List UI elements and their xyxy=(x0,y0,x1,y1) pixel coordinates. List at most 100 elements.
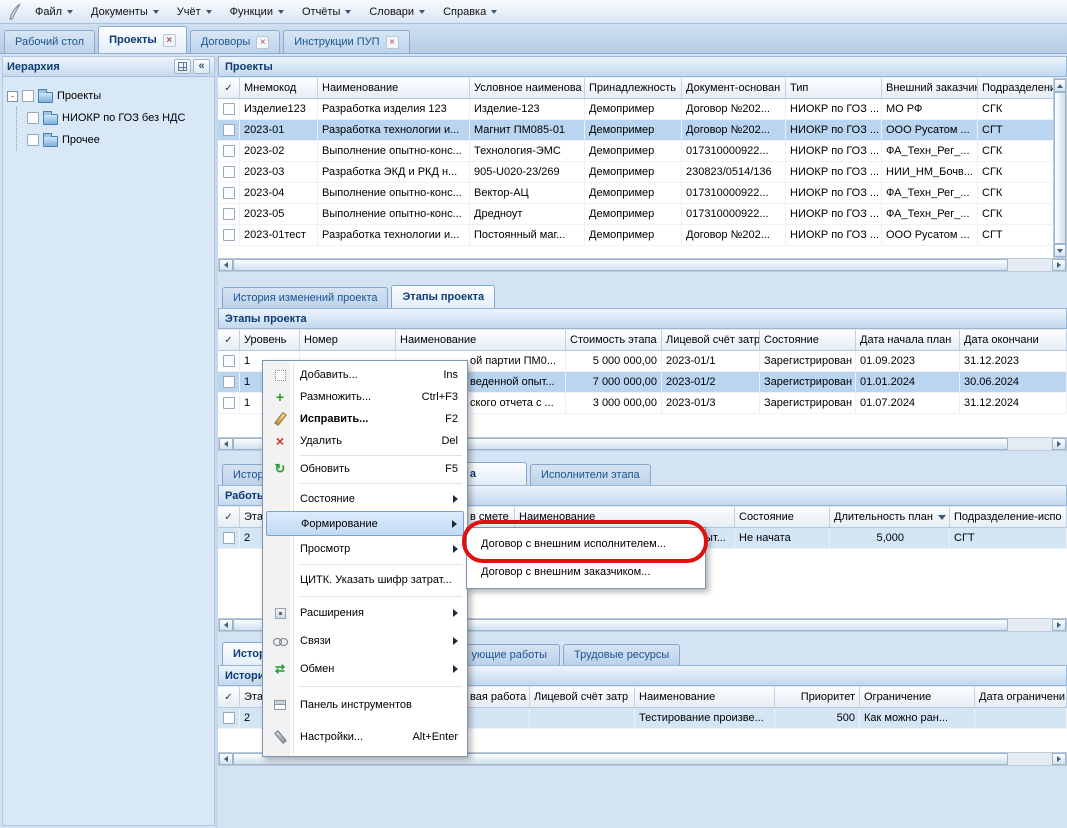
column-header-type[interactable]: Тип xyxy=(786,78,882,98)
tab-project-stages[interactable]: Этапы проекта xyxy=(391,285,495,308)
table-row-selected[interactable]: 2023-01 Разработка технологии и... Магни… xyxy=(218,120,1067,141)
row-checkbox[interactable] xyxy=(223,532,235,544)
column-header-cost-account[interactable]: Лицевой счёт затр xyxy=(530,687,635,707)
tree-item-other[interactable]: Прочее xyxy=(27,129,210,151)
row-checkbox[interactable] xyxy=(223,124,235,136)
menu-item-file[interactable]: Файл xyxy=(26,3,82,21)
cell: Выполнение опытно-конс... xyxy=(318,204,470,224)
field-chooser-button[interactable] xyxy=(174,59,191,74)
row-checkbox[interactable] xyxy=(223,166,235,178)
scrollbar-thumb[interactable] xyxy=(1054,92,1066,244)
table-row[interactable]: 2023-02 Выполнение опытно-конс... Технол… xyxy=(218,141,1067,162)
menu-item-citk-cost-code[interactable]: ЦИТК. Указать шифр затрат... xyxy=(266,567,464,593)
column-header-name[interactable]: Наименование xyxy=(396,330,566,350)
projects-vertical-scrollbar[interactable] xyxy=(1053,78,1067,258)
select-all-column-header[interactable] xyxy=(218,507,240,527)
menu-item-settings[interactable]: Настройки...Alt+Enter xyxy=(266,721,464,753)
column-header-code-name[interactable]: Условное наименова xyxy=(470,78,585,98)
tab-label: Исполнители этапа xyxy=(541,469,640,481)
column-header-name[interactable]: Наименование xyxy=(318,78,470,98)
menu-item-contract-external-executor[interactable]: Договор с внешним исполнителем... xyxy=(469,530,703,558)
row-checkbox[interactable] xyxy=(223,355,235,367)
table-row[interactable]: 2023-05 Выполнение опытно-конс... Дредно… xyxy=(218,204,1067,225)
scroll-left-arrow[interactable] xyxy=(219,438,233,450)
tab-projects[interactable]: Проекты xyxy=(98,26,187,53)
column-header-stage-cost[interactable]: Стоимость этапа xyxy=(566,330,662,350)
column-header-state[interactable]: Состояние xyxy=(760,330,856,350)
row-checkbox[interactable] xyxy=(223,103,235,115)
row-checkbox[interactable] xyxy=(223,187,235,199)
column-header-preceding-work[interactable]: вая работа xyxy=(460,687,530,707)
menu-item-refresh[interactable]: ОбновитьF5 xyxy=(266,458,464,480)
tab-labor-resources[interactable]: Трудовые ресурсы xyxy=(563,644,680,665)
menu-item-duplicate[interactable]: Размножить...Ctrl+F3 xyxy=(266,386,464,408)
column-header-priority[interactable]: Приоритет xyxy=(775,687,860,707)
menu-item-exchange[interactable]: Обмен xyxy=(266,655,464,683)
scroll-down-arrow[interactable] xyxy=(1054,244,1066,257)
tree-item-projects[interactable]: Проекты xyxy=(7,85,210,107)
projects-horizontal-scrollbar[interactable] xyxy=(218,258,1067,272)
tab-desktop[interactable]: Рабочий стол xyxy=(4,30,95,53)
column-header-cost-account[interactable]: Лицевой счёт затрат. xyxy=(662,330,760,350)
menu-item-formation[interactable]: Формирование xyxy=(266,511,464,536)
column-header-executor-subdivision[interactable]: Подразделение-испо xyxy=(950,507,1067,527)
row-checkbox[interactable] xyxy=(223,712,235,724)
column-header-restriction[interactable]: Ограничение xyxy=(860,687,975,707)
select-all-column-header[interactable] xyxy=(218,330,240,350)
column-header-in-estimate[interactable]: в смете xyxy=(460,507,515,527)
scroll-left-arrow[interactable] xyxy=(219,753,233,765)
column-header-plan-start[interactable]: Дата начала план xyxy=(856,330,960,350)
tree-checkbox[interactable] xyxy=(22,90,34,102)
table-row[interactable]: 2023-03 Разработка ЭКД и РКД н... 905-U0… xyxy=(218,162,1067,183)
scrollbar-thumb[interactable] xyxy=(233,259,1008,271)
tree-checkbox[interactable] xyxy=(27,134,39,146)
table-row[interactable]: 2023-04 Выполнение опытно-конс... Вектор… xyxy=(218,183,1067,204)
row-checkbox[interactable] xyxy=(223,208,235,220)
row-checkbox[interactable] xyxy=(223,376,235,388)
column-header-level[interactable]: Уровень xyxy=(240,330,300,350)
scroll-left-arrow[interactable] xyxy=(219,259,233,271)
row-checkbox[interactable] xyxy=(223,229,235,241)
menu-item-extensions[interactable]: Расширения xyxy=(266,599,464,627)
select-all-column-header[interactable] xyxy=(218,687,240,707)
row-checkbox[interactable] xyxy=(223,397,235,409)
select-all-column-header[interactable] xyxy=(218,78,240,98)
column-header-base-document[interactable]: Документ-основан xyxy=(682,78,786,98)
menu-item-delete[interactable]: УдалитьDel xyxy=(266,430,464,452)
column-header-name[interactable]: Наименование xyxy=(515,507,735,527)
tree-item-niokr-goz[interactable]: НИОКР по ГОЗ без НДС xyxy=(27,107,210,129)
menu-item-contract-external-customer[interactable]: Договор с внешним заказчиком... xyxy=(469,558,703,586)
column-header-mnemocode[interactable]: Мнемокод xyxy=(240,78,318,98)
column-header-plan-end[interactable]: Дата окончани xyxy=(960,330,1067,350)
column-header-restriction-date[interactable]: Дата ограничени xyxy=(975,687,1067,707)
scroll-right-arrow[interactable] xyxy=(1052,619,1066,631)
menu-item-state[interactable]: Состояние xyxy=(266,486,464,511)
menu-item-edit[interactable]: Исправить...F2 xyxy=(266,408,464,430)
column-header-number[interactable]: Номер xyxy=(300,330,396,350)
table-row[interactable]: 2023-01тест Разработка технологии и... П… xyxy=(218,225,1067,246)
scroll-right-arrow[interactable] xyxy=(1052,753,1066,765)
tree-expander-icon[interactable] xyxy=(7,91,18,102)
menu-item-accounting[interactable]: Учёт xyxy=(168,3,221,21)
scroll-right-arrow[interactable] xyxy=(1052,259,1066,271)
tab-project-history[interactable]: История изменений проекта xyxy=(222,287,388,308)
menu-item-documents[interactable]: Документы xyxy=(82,3,168,21)
table-row[interactable]: Изделие123 Разработка изделия 123 Издели… xyxy=(218,99,1067,120)
menu-item-toolbar[interactable]: Панель инструментов xyxy=(266,689,464,721)
tree-checkbox[interactable] xyxy=(27,112,39,124)
column-header-external-customer[interactable]: Внешний заказчик xyxy=(882,78,978,98)
scroll-left-arrow[interactable] xyxy=(219,619,233,631)
tab-stage-executors[interactable]: Исполнители этапа xyxy=(530,464,651,485)
column-header-state[interactable]: Состояние xyxy=(735,507,830,527)
scroll-right-arrow[interactable] xyxy=(1052,438,1066,450)
menu-item-view[interactable]: Просмотр xyxy=(266,536,464,561)
close-icon[interactable] xyxy=(163,34,176,47)
menu-item-add[interactable]: Добавить...Ins xyxy=(266,364,464,386)
menu-item-links[interactable]: Связи xyxy=(266,627,464,655)
column-header-name[interactable]: Наименование xyxy=(635,687,775,707)
collapse-panel-button[interactable] xyxy=(193,59,210,74)
column-header-belonging[interactable]: Принадлежность xyxy=(585,78,682,98)
row-checkbox[interactable] xyxy=(223,145,235,157)
column-header-duration-plan[interactable]: Длительность план xyxy=(830,507,950,527)
scroll-up-arrow[interactable] xyxy=(1054,79,1066,92)
